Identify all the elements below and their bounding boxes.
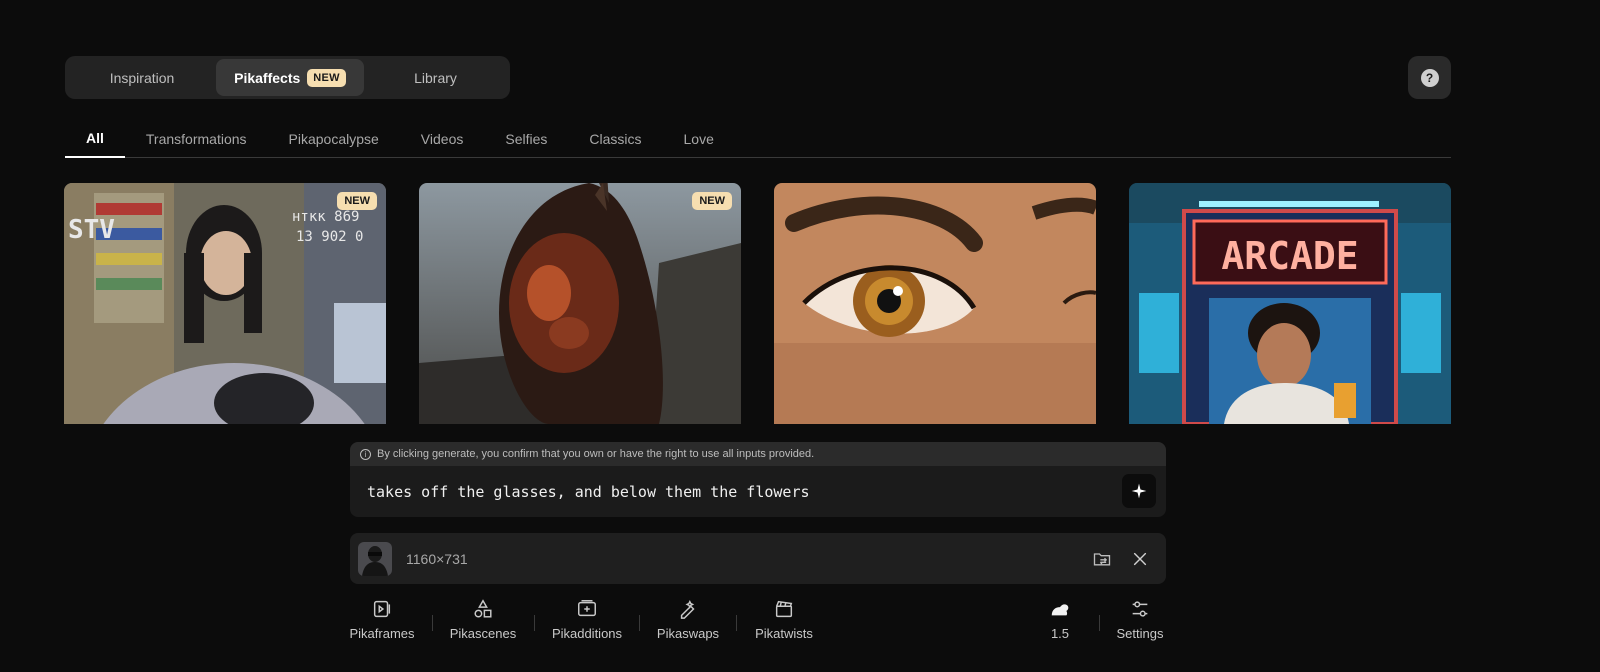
toolbar-divider [432, 615, 433, 631]
effect-card-2[interactable]: NEW [419, 183, 741, 424]
tab-library-label: Library [414, 69, 457, 86]
frames-icon [373, 600, 391, 618]
card-overlay-right-1: нткк 869 [292, 209, 359, 225]
tab-inspiration-label: Inspiration [109, 69, 175, 86]
remove-attachment-button[interactable] [1128, 547, 1152, 571]
effect-card-1[interactable]: STV нткк 869 13 902 0 NEW [64, 183, 386, 424]
category-tabs: All Transformations Pikapocalypse Videos… [65, 120, 1451, 158]
clapper-icon [775, 600, 793, 618]
attachment-thumbnail[interactable] [358, 541, 392, 576]
close-icon [1133, 552, 1147, 565]
category-tab-classics[interactable]: Classics [568, 120, 662, 158]
prompt-input[interactable]: takes off the glasses, and below them th… [350, 466, 1166, 517]
attachment-dimensions: 1160×731 [406, 550, 468, 567]
effect-card-4[interactable]: ARCADE [1129, 183, 1451, 424]
model-version: 1.5 [1050, 626, 1070, 641]
arcade-sign: ARCADE [1221, 234, 1358, 278]
card-overlay-right-2: 13 902 0 [296, 229, 363, 245]
rabbit-icon [1051, 604, 1069, 616]
category-tab-selfies[interactable]: Selfies [484, 120, 568, 158]
question-icon: ? [1420, 68, 1439, 87]
shapes-icon [474, 599, 492, 618]
tab-pikaffects[interactable]: Pikaffects NEW [216, 59, 364, 96]
tool-pikadditions[interactable]: Pikadditions [551, 598, 623, 648]
help-button[interactable]: ? [1408, 56, 1451, 99]
tab-pikaffects-label: Pikaffects [234, 69, 301, 86]
new-badge: NEW [337, 192, 377, 210]
new-badge: NEW [692, 192, 732, 210]
tool-pikatwists[interactable]: Pikatwists [753, 598, 815, 648]
prompt-text[interactable]: takes off the glasses, and below them th… [367, 483, 810, 501]
tool-pikaswaps-label: Pikaswaps [656, 626, 720, 641]
info-icon: i [360, 448, 371, 460]
bottom-toolbar: Pikaframes Pikascenes Pikadditions Pikas… [340, 598, 1180, 658]
folder-swap-icon [1093, 552, 1111, 565]
category-tab-videos[interactable]: Videos [400, 120, 485, 158]
effects-grid: STV нткк 869 13 902 0 NEW NEW ARCADE [0, 183, 1600, 424]
settings-button[interactable]: Settings [1114, 598, 1166, 648]
tool-pikaframes-label: Pikaframes [349, 626, 415, 641]
sparkle-icon [1131, 483, 1147, 499]
effect-thumbnail-1: STV нткк 869 13 902 0 [64, 183, 386, 424]
wand-pen-icon [680, 600, 695, 619]
toolbar-divider [534, 615, 535, 631]
card-overlay-left: STV [68, 215, 115, 245]
toolbar-divider [1099, 615, 1100, 631]
attachment-bar: 1160×731 [350, 533, 1166, 584]
effect-thumbnail-2 [419, 183, 741, 424]
tool-pikatwists-label: Pikatwists [755, 626, 813, 641]
tool-pikascenes[interactable]: Pikascenes [449, 598, 517, 648]
category-tab-pikapocalypse[interactable]: Pikapocalypse [268, 120, 400, 158]
add-video-icon [578, 600, 596, 617]
settings-label: Settings [1116, 626, 1164, 641]
replace-image-button[interactable] [1090, 547, 1114, 571]
category-tab-transformations[interactable]: Transformations [125, 120, 268, 158]
tab-inspiration[interactable]: Inspiration [68, 59, 216, 96]
toolbar-divider [736, 615, 737, 631]
attachment-actions [1090, 533, 1152, 584]
tool-pikaswaps[interactable]: Pikaswaps [656, 598, 720, 648]
generate-button[interactable] [1122, 474, 1156, 508]
toolbar-divider [639, 615, 640, 631]
effect-thumbnail-4: ARCADE [1129, 183, 1451, 424]
effect-thumbnail-3 [774, 183, 1096, 424]
category-tab-all[interactable]: All [65, 120, 125, 158]
effect-card-3[interactable] [774, 183, 1096, 424]
tool-pikascenes-label: Pikascenes [449, 626, 517, 641]
tool-pikaframes[interactable]: Pikaframes [349, 598, 415, 648]
category-tab-love[interactable]: Love [663, 120, 735, 158]
mode-tabs: Inspiration Pikaffects NEW Library [65, 56, 510, 99]
tool-pikadditions-label: Pikadditions [551, 626, 623, 641]
new-badge: NEW [307, 68, 346, 87]
sliders-icon [1132, 601, 1148, 617]
model-selector[interactable]: 1.5 [1040, 598, 1080, 648]
disclaimer-bar: i By clicking generate, you confirm that… [350, 442, 1166, 466]
disclaimer-text: By clicking generate, you confirm that y… [377, 448, 815, 460]
tab-library[interactable]: Library [364, 59, 507, 96]
